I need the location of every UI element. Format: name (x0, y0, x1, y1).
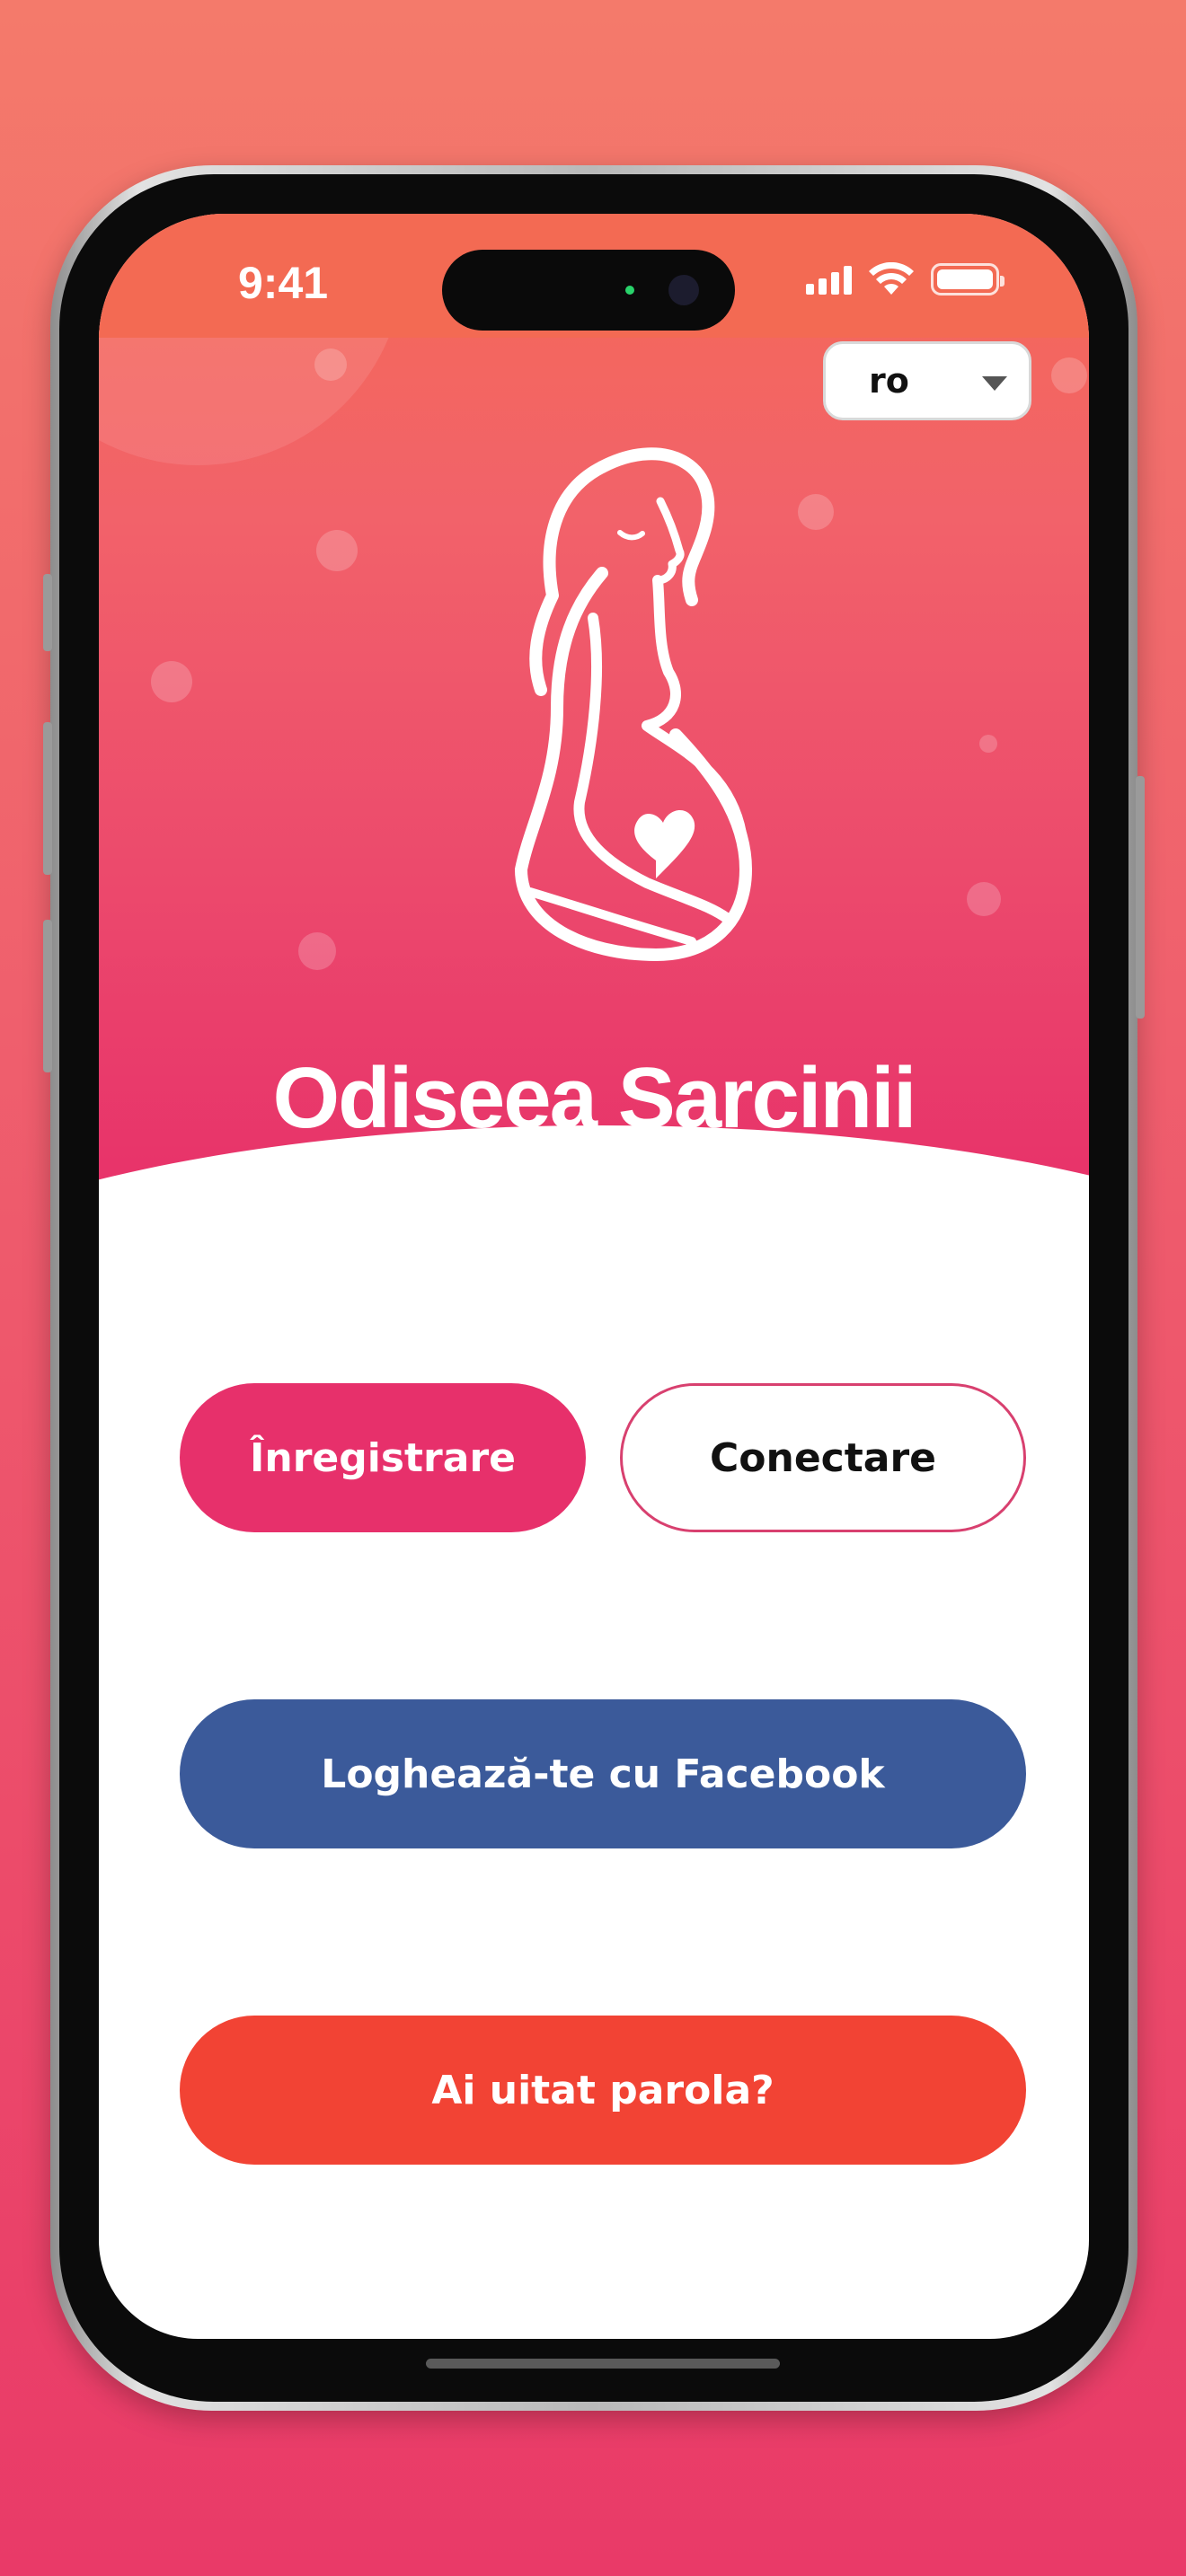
facebook-login-button[interactable]: Loghează-te cu Facebook (180, 1699, 1026, 1848)
language-select-value: ro (869, 361, 909, 401)
decor-dot (316, 530, 358, 571)
signal-icon (806, 264, 852, 295)
battery-icon (931, 263, 1005, 296)
front-camera (668, 275, 699, 305)
register-button[interactable]: Înregistrare (180, 1383, 586, 1532)
phone-frame: 9:41 ro Odiseea Sarcinii Înregistrare Co… (43, 165, 1145, 2411)
volume-up-button (43, 722, 52, 875)
chevron-down-icon (982, 376, 1007, 391)
decor-dot (1051, 357, 1087, 393)
wifi-icon (869, 262, 914, 295)
decor-dot (979, 735, 997, 753)
forgot-password-button[interactable]: Ai uitat parola? (180, 2016, 1026, 2165)
heart-icon (634, 809, 695, 878)
status-icons (806, 262, 1005, 296)
privacy-indicator (625, 286, 634, 295)
power-button (1136, 776, 1145, 1019)
status-time: 9:41 (238, 258, 329, 308)
decor-dot (314, 348, 347, 381)
volume-down-button (43, 920, 52, 1072)
app-title: Odiseea Sarcinii (272, 1050, 916, 1146)
login-button[interactable]: Conectare (620, 1383, 1026, 1532)
status-bar: 9:41 (99, 214, 1089, 338)
language-select[interactable]: ro (823, 341, 1031, 420)
screen: 9:41 ro Odiseea Sarcinii Înregistrare Co… (99, 214, 1089, 2339)
phone-bezel: 9:41 ro Odiseea Sarcinii Înregistrare Co… (59, 174, 1128, 2402)
decor-dot (298, 932, 336, 970)
decor-dot (798, 494, 834, 530)
home-indicator[interactable] (426, 2359, 780, 2369)
pregnant-woman-logo (515, 447, 752, 961)
decor-dot (151, 661, 192, 702)
dynamic-island (442, 250, 735, 331)
decor-dot (967, 882, 1001, 916)
mute-switch (43, 574, 52, 651)
